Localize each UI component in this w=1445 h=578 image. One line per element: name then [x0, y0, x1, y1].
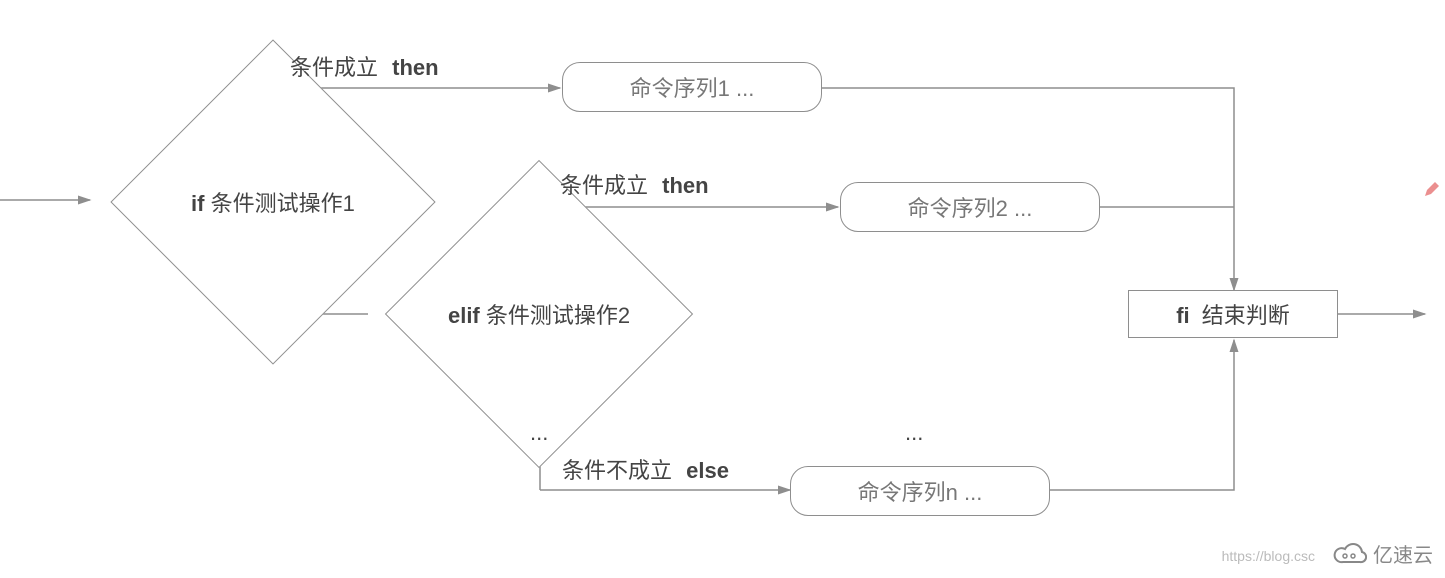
- keyword-if: if: [191, 191, 204, 216]
- watermark-url: https://blog.csc: [1222, 548, 1315, 564]
- label-else-text: 条件不成立: [562, 458, 672, 483]
- label-true1: 条件成立 then: [290, 50, 439, 82]
- keyword-else: else: [686, 458, 729, 483]
- brand-logo: 亿速云: [1333, 539, 1433, 568]
- process-seqn: 命令序列n ...: [790, 466, 1050, 516]
- label-else: 条件不成立 else: [562, 453, 729, 485]
- keyword-then1: then: [392, 55, 438, 80]
- pen-icon: [1423, 178, 1439, 204]
- label-true2: 条件成立 then: [560, 168, 709, 200]
- label-true1-text: 条件成立: [290, 55, 378, 80]
- cloud-icon: [1333, 542, 1367, 566]
- label-true2-text: 条件成立: [560, 173, 648, 198]
- ellipsis-right: ...: [905, 420, 923, 446]
- fi-text: 结束判断: [1202, 303, 1290, 328]
- brand-text: 亿速云: [1373, 539, 1433, 568]
- terminator-fi: fi 结束判断: [1128, 290, 1338, 338]
- keyword-fi: fi: [1176, 303, 1189, 328]
- keyword-elif: elif: [448, 303, 480, 328]
- if-condition-text: 条件测试操作1: [211, 191, 355, 216]
- seq2-text: 命令序列2 ...: [908, 191, 1033, 223]
- keyword-then2: then: [662, 173, 708, 198]
- elif-condition-text: 条件测试操作2: [486, 303, 630, 328]
- process-seq1: 命令序列1 ...: [562, 62, 822, 112]
- ellipsis-left: ...: [530, 420, 548, 446]
- seqn-text: 命令序列n ...: [858, 475, 983, 507]
- seq1-text: 命令序列1 ...: [630, 71, 755, 103]
- process-seq2: 命令序列2 ...: [840, 182, 1100, 232]
